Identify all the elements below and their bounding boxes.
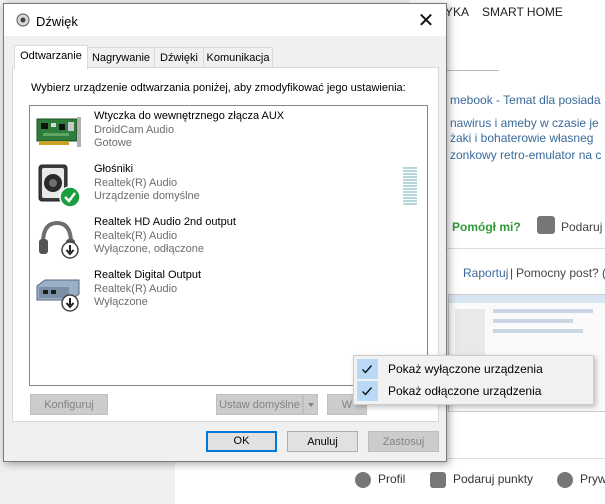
menu-item-show-disabled[interactable]: Pokaż wyłączone urządzenia xyxy=(354,358,593,380)
disabled-arrow-icon xyxy=(61,241,79,259)
menu-item-show-disconnected[interactable]: Pokaż odłączone urządzenia xyxy=(354,380,593,402)
device-item[interactable]: Realtek Digital Output Realtek(R) Audio … xyxy=(30,267,427,319)
helped-me-button[interactable]: Pomógł mi? xyxy=(452,220,521,234)
device-status: Wyłączone, odłączone xyxy=(94,243,204,255)
menu-item-label: Pokaż wyłączone urządzenia xyxy=(388,362,543,376)
device-status: Gotowe xyxy=(94,137,132,149)
device-status: Urządzenie domyślne xyxy=(94,190,200,202)
checkmark-icon xyxy=(357,381,378,401)
private-message-link[interactable]: Prywa xyxy=(580,472,605,486)
device-name: Realtek Digital Output xyxy=(94,269,201,281)
thumbnail-titlebar xyxy=(449,295,605,303)
forum-link[interactable]: żaki i bohaterowie własneg xyxy=(450,131,593,145)
tab-communications[interactable]: Komunikacja xyxy=(203,47,273,69)
forum-link[interactable]: nawirus i ameby w czasie je xyxy=(450,116,599,130)
forum-link[interactable]: zonkowy retro-emulator na c xyxy=(450,148,601,162)
device-driver: Realtek(R) Audio xyxy=(94,177,178,189)
report-link[interactable]: Raportuj xyxy=(463,266,508,280)
give-points-link[interactable]: Podaruj punkty xyxy=(453,472,533,486)
thumbnail-line xyxy=(493,329,583,333)
thumbnail-line xyxy=(493,309,593,313)
cancel-button[interactable]: Anuluj xyxy=(287,431,358,452)
set-default-dropdown-arrow[interactable] xyxy=(303,394,318,415)
device-item[interactable]: Wtyczka do wewnętrznego złącza AUX Droid… xyxy=(30,108,427,160)
device-driver: Realtek(R) Audio xyxy=(94,283,178,295)
sound-card-icon xyxy=(36,117,81,147)
profile-link[interactable]: Profil xyxy=(378,472,405,486)
disabled-arrow-icon xyxy=(61,294,79,312)
close-icon: ✕ xyxy=(417,9,435,32)
playback-device-list[interactable]: Wtyczka do wewnętrznego złącza AUX Droid… xyxy=(29,105,428,386)
speaker-app-icon xyxy=(16,13,30,27)
default-check-icon xyxy=(59,186,81,208)
device-status: Wyłączone xyxy=(94,296,148,308)
dialog-titlebar[interactable]: Dźwięk ✕ xyxy=(4,4,446,36)
gift-icon xyxy=(430,472,446,488)
forum-link[interactable]: mebook - Temat dla posiada xyxy=(450,93,601,107)
divider xyxy=(447,70,499,71)
menu-item-label: Pokaż odłączone urządzenia xyxy=(388,384,542,398)
checkmark-icon xyxy=(357,359,378,379)
device-driver: Realtek(R) Audio xyxy=(94,230,178,242)
divider xyxy=(440,248,605,249)
dialog-title: Dźwięk xyxy=(36,14,78,29)
ok-button[interactable]: OK xyxy=(206,431,277,452)
device-list-context-menu: Pokaż wyłączone urządzenia Pokaż odłączo… xyxy=(353,355,594,405)
instruction-text: Wybierz urządzenie odtwarzania poniżej, … xyxy=(31,82,406,94)
nav-item-partial[interactable]: YKA xyxy=(445,5,469,19)
tab-playback[interactable]: Odtwarzanie xyxy=(14,45,88,70)
separator: | xyxy=(510,266,514,280)
message-icon xyxy=(557,472,573,488)
close-button[interactable]: ✕ xyxy=(406,4,446,36)
apply-button[interactable]: Zastosuj xyxy=(368,431,439,452)
device-name: Realtek HD Audio 2nd output xyxy=(94,216,236,228)
nav-item-smart-home[interactable]: SMART HOME xyxy=(482,5,563,19)
tab-recording[interactable]: Nagrywanie xyxy=(87,47,155,69)
device-name: Głośniki xyxy=(94,163,134,175)
profile-icon xyxy=(355,472,371,488)
device-name: Wtyczka do wewnętrznego złącza AUX xyxy=(94,110,285,122)
device-driver: DroidCam Audio xyxy=(94,124,175,136)
set-default-button[interactable]: Ustaw domyślne xyxy=(216,394,303,415)
volume-level-meter xyxy=(403,167,417,207)
gift-button[interactable]: Podaruj xyxy=(561,220,602,234)
device-item[interactable]: Głośniki Realtek(R) Audio Urządzenie dom… xyxy=(30,161,427,213)
configure-button[interactable]: Konfiguruj xyxy=(30,394,108,415)
device-item[interactable]: Realtek HD Audio 2nd output Realtek(R) A… xyxy=(30,214,427,266)
gift-icon xyxy=(537,216,555,234)
thumbnail-line xyxy=(493,319,573,323)
helpful-post-label: Pomocny post? ( xyxy=(516,266,605,280)
tab-sounds[interactable]: Dźwięki xyxy=(154,47,204,69)
